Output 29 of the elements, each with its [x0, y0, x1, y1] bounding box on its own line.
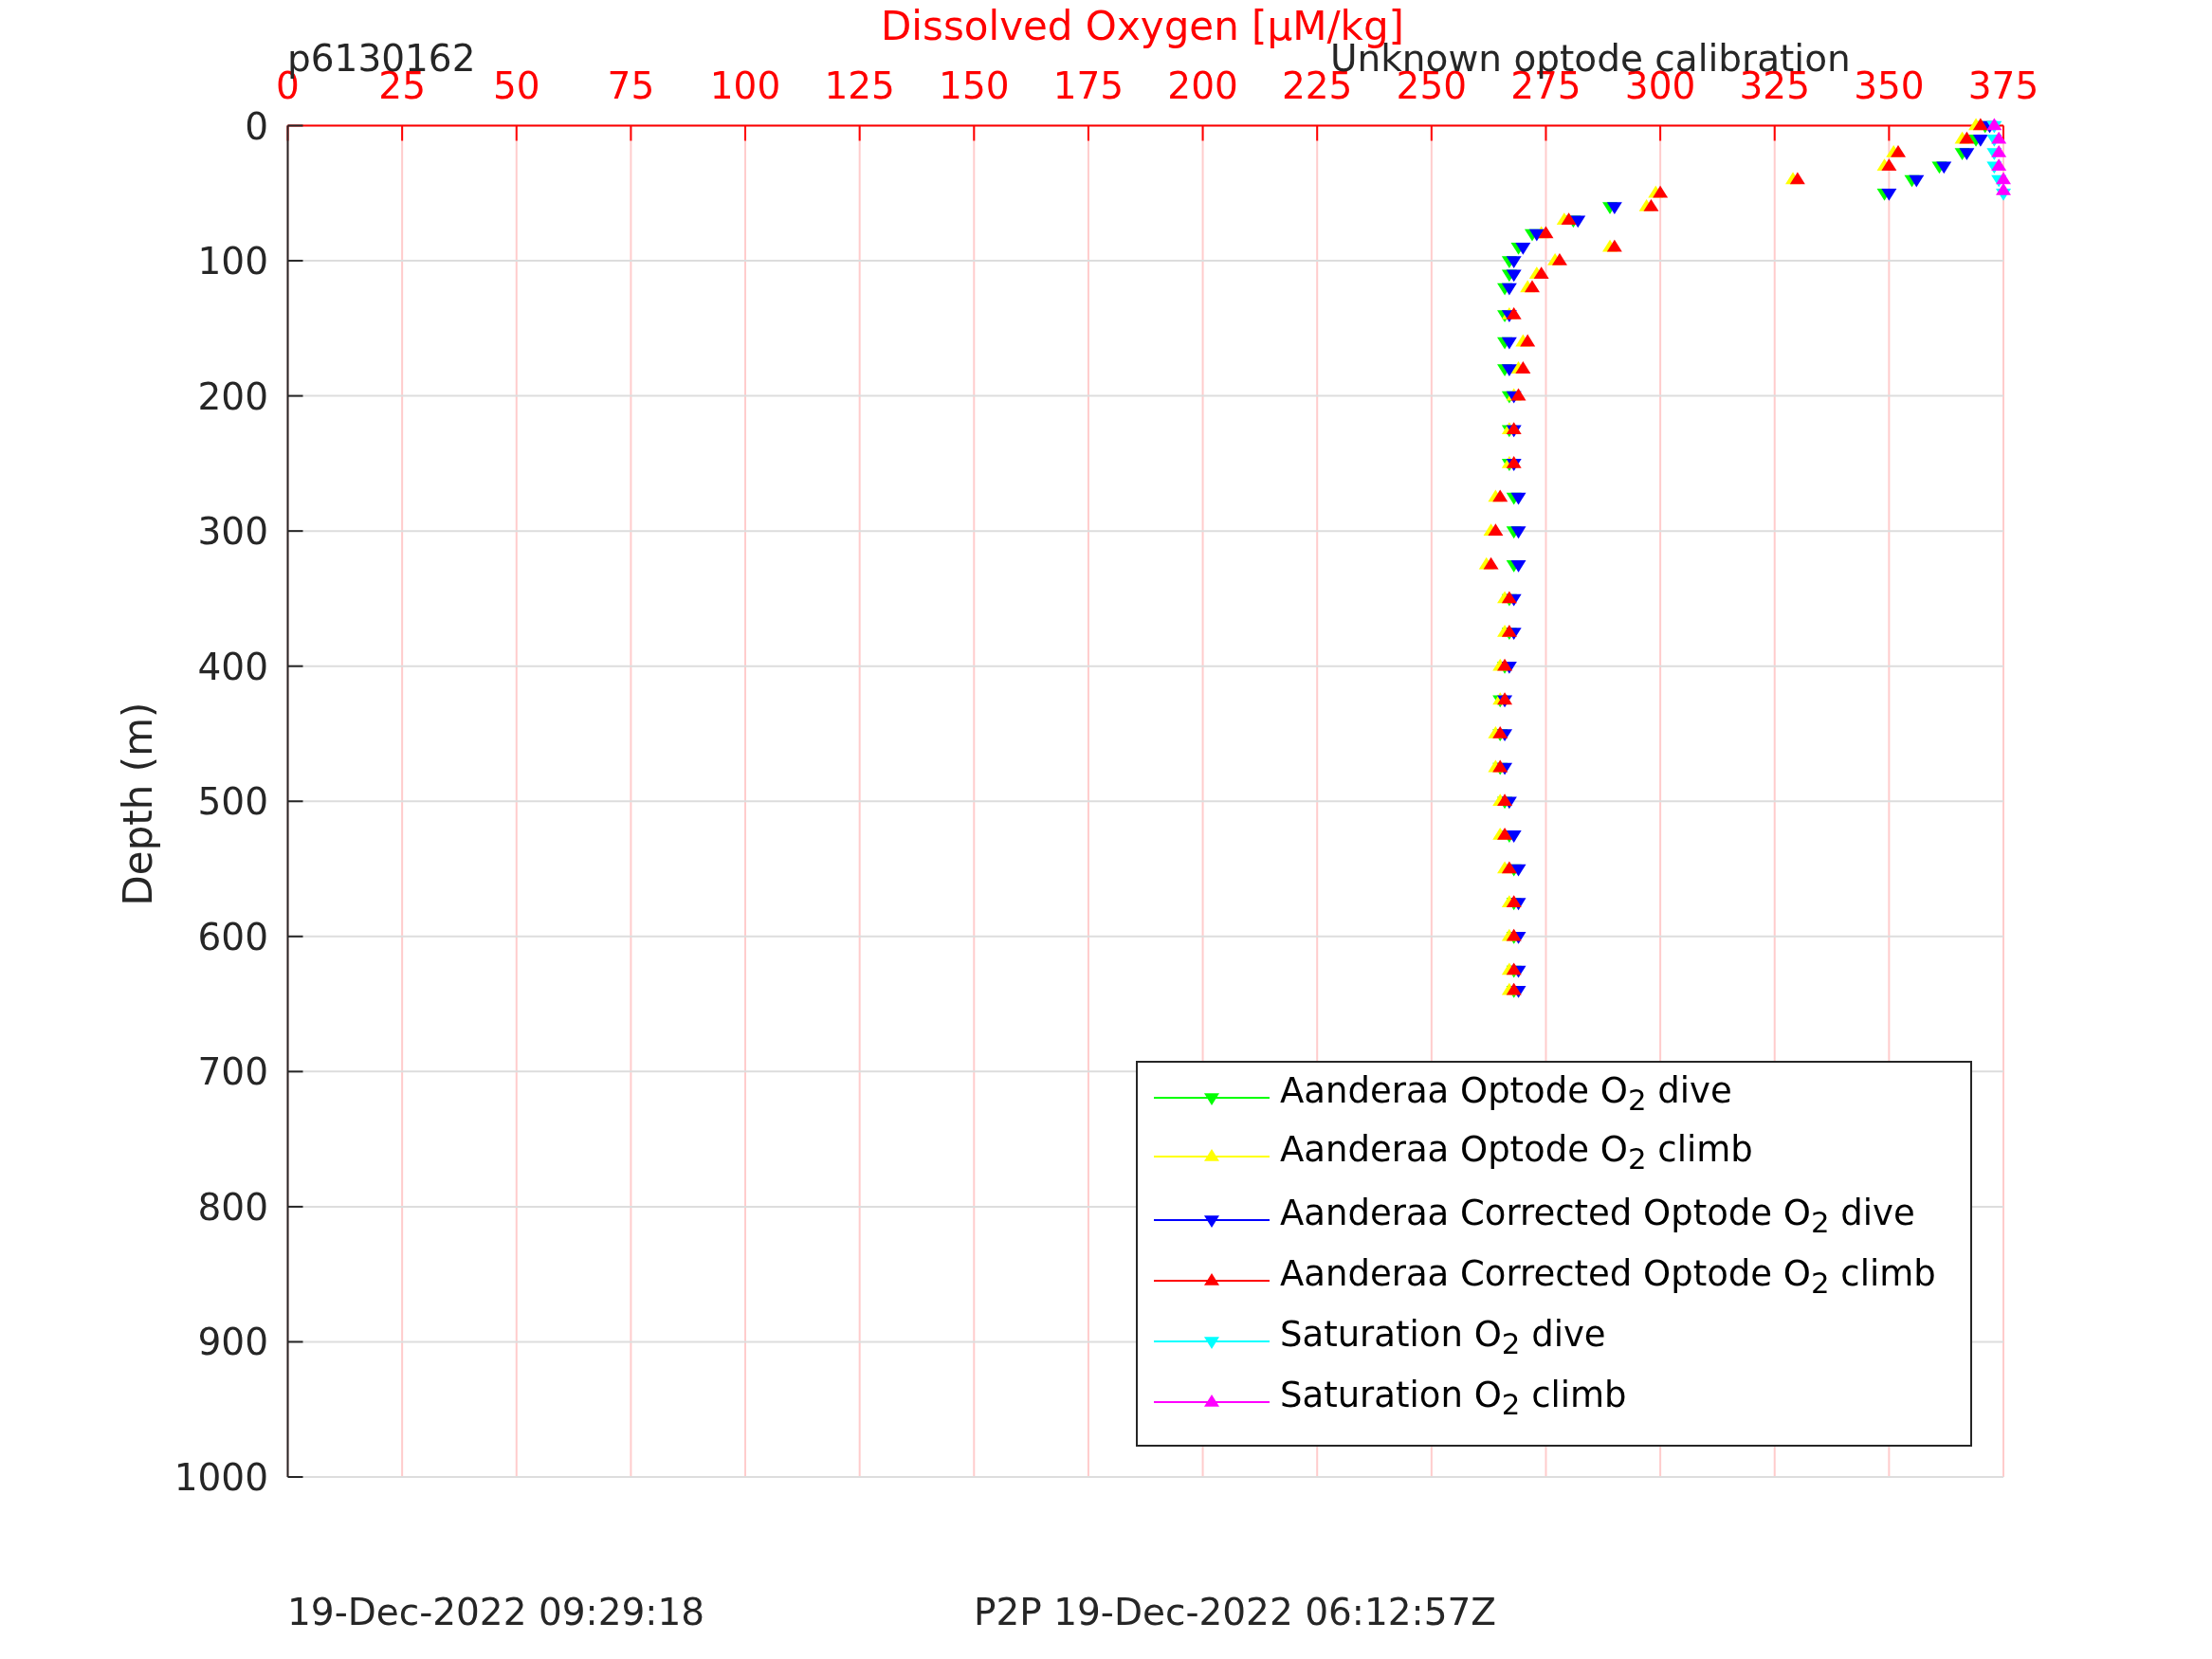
timestamp: 19-Dec-2022 09:29:18 [287, 1591, 705, 1633]
y-tick-label: 1000 [174, 1456, 268, 1499]
legend-label: Aanderaa Optode O$_{2}$ dive [1280, 1069, 1732, 1120]
y-tick-label: 0 [245, 104, 268, 148]
y-tick-label: 300 [197, 510, 268, 554]
x-tick-label: 375 [1967, 64, 2039, 107]
y-tick-label: 400 [197, 645, 268, 688]
legend-label: Saturation O$_{2}$ dive [1280, 1313, 1606, 1363]
x-tick-label: 350 [1854, 64, 1925, 107]
y-tick-label: 600 [197, 915, 268, 958]
x-tick-label: 75 [607, 64, 655, 107]
x-tick-label: 150 [939, 64, 1010, 107]
y-axis-label: Depth (m) [115, 702, 161, 906]
x-tick-label: 125 [824, 64, 895, 107]
p2p-timestamp: P2P 19-Dec-2022 06:12:57Z [974, 1591, 1496, 1633]
x-tick-label: 200 [1167, 64, 1238, 107]
legend-label: Aanderaa Corrected Optode O$_{2}$ dive [1280, 1192, 1915, 1242]
y-tick-label: 100 [197, 240, 268, 283]
x-tick-label: 100 [709, 64, 781, 107]
legend-label: Aanderaa Optode O$_{2}$ climb [1280, 1128, 1753, 1178]
x-tick-label: 50 [492, 64, 540, 107]
y-tick-label: 800 [197, 1185, 268, 1229]
legend-label: Aanderaa Corrected Optode O$_{2}$ climb [1280, 1252, 1936, 1303]
legend-label: Saturation O$_{2}$ climb [1280, 1374, 1627, 1424]
y-tick-label: 200 [197, 374, 268, 418]
x-tick-label: 175 [1052, 64, 1124, 107]
y-tick-label: 500 [197, 780, 268, 824]
y-tick-label: 700 [197, 1050, 268, 1094]
y-tick-label: 900 [197, 1321, 268, 1364]
